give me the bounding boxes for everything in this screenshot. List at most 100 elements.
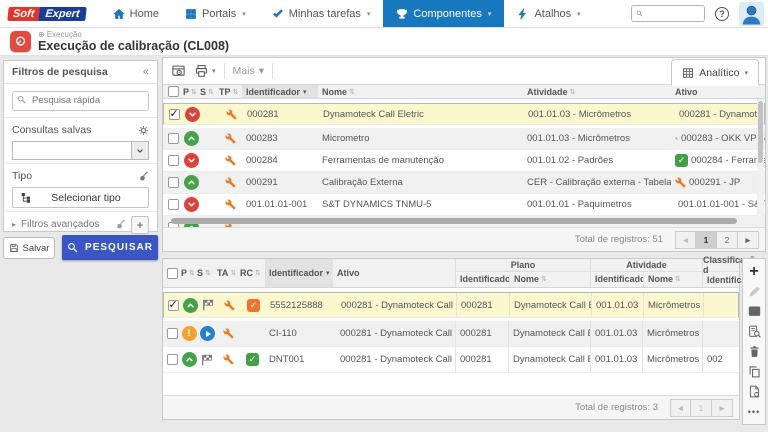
col-p[interactable]: P⇅ [181,259,197,287]
row-checkbox[interactable] [168,177,179,188]
clear-filter-icon[interactable] [138,171,149,182]
copy-button[interactable] [747,364,762,379]
edit-button[interactable] [747,284,762,299]
save-button[interactable]: Salvar [3,237,55,259]
prev-page-button[interactable]: ◄ [670,399,691,417]
cell-nome: Dynamoteck Call Eletric [319,104,524,124]
add-button[interactable]: + [747,264,762,279]
nav-portais[interactable]: Portais▾ [172,0,259,27]
nav-home[interactable]: Home [100,0,172,27]
row-checkbox[interactable] [168,133,179,144]
user-avatar[interactable] [739,2,764,26]
global-search-input[interactable] [646,9,700,19]
vertical-scrollbar[interactable] [757,99,764,218]
chevron-down-icon[interactable] [131,142,148,159]
col-plano-nome[interactable]: Nome⇅ [509,272,591,287]
row-checkbox[interactable] [168,300,179,311]
delete-button[interactable] [747,344,762,359]
chevron-down-icon: ▾ [212,67,216,75]
cell-atividade-nome: Micrômetros [642,321,702,346]
cell-ativo: 000281 - Dynamoteck Call Eletric [333,347,455,372]
clear-filter-icon[interactable] [115,219,126,230]
view-mode-tab[interactable]: Analítico ▾ [671,59,759,86]
sort-desc-icon: ▾ [303,88,307,96]
col-atividade-identificador[interactable]: Identificador⇅ [591,272,643,287]
table-row[interactable]: 000291 Calibração Externa CER - Calibraç… [163,172,765,194]
horizontal-scrollbar[interactable] [171,218,737,224]
gear-icon[interactable] [138,125,149,136]
col-group-atividade: Atividade Identificador⇅ Nome⇅ [590,259,702,287]
add-filter-button[interactable]: + [131,216,149,234]
nav-atalhos[interactable]: Atalhos▾ [504,0,593,27]
quick-search-input[interactable] [12,91,149,111]
row-checkbox[interactable] [168,155,179,166]
col-identificador[interactable]: Identificador▾ [242,85,318,98]
pagination: ◄ 1 ► [670,399,733,417]
select-type-button[interactable]: Selecionar tipo [12,187,149,208]
row-checkbox[interactable] [168,199,179,210]
cell-plano-identificador: 000281 [455,321,508,346]
col-atividade-nome[interactable]: Nome⇅ [643,272,703,287]
more-menu-button[interactable]: Mais▾ [233,65,264,77]
module-icon: ⊕ [38,31,45,39]
print-button[interactable]: ▾ [194,64,216,78]
col-ativo[interactable]: Ativo [333,259,455,287]
nav-minhas-tarefas[interactable]: Minhas tarefas▾ [259,0,384,27]
advanced-filters-toggle[interactable]: ▸ Filtros avançados + [4,212,157,237]
row-checkbox[interactable] [167,354,178,365]
search-button[interactable]: PESQUISAR [62,235,158,260]
col-tp[interactable]: TP⇅ [219,85,242,98]
col-s[interactable]: S⇅ [197,259,217,287]
col-nome[interactable]: Nome⇅ [318,85,523,98]
softexpert-app: Soft Expert Home Portais▾ Minhas tarefas… [0,0,768,432]
view-record-icon [748,305,761,318]
nav-componentes[interactable]: Componentes▾ [383,0,504,27]
table-row[interactable]: ✓ 5552125888 000281 - Dynamoteck Call El… [163,292,739,318]
col-atividade[interactable]: Atividade⇅ [523,85,671,98]
help-icon[interactable]: ? [715,7,729,21]
chevron-right-icon: ▸ [12,220,16,229]
table-row[interactable]: 000281 Dynamoteck Call Eletric 001.01.03… [163,103,765,125]
table-row[interactable]: 001.01.01-001 S&T DYNAMICS TNMU-5 001.01… [163,194,765,216]
page-button[interactable]: 1 [696,231,717,249]
cell-identificador: 000281 [243,104,319,124]
more-options-button[interactable]: ••• [747,404,762,419]
col-s[interactable]: S⇅ [200,85,219,98]
prev-page-button[interactable]: ◄ [675,231,696,249]
total-records: Total de registros: 51 [575,234,663,245]
row-checkbox[interactable] [167,328,178,339]
view-record-button[interactable] [171,64,186,78]
softexpert-logo[interactable]: Soft Expert [7,7,86,21]
cell-ativo: 001.01.01-001 - S&T DYNAMICS TNMU-5 [671,194,765,215]
row-checkbox[interactable] [169,109,180,120]
table-row[interactable]: 000284 Ferramentas de manutenção 001.01.… [163,150,765,172]
col-ta[interactable]: TA⇅ [217,259,240,287]
detail-table-header: P⇅ S⇅ TA⇅ RC⇅ Identificador▾ Ativo Plano… [163,259,739,288]
saved-queries-select[interactable] [12,141,149,160]
next-page-button[interactable]: ► [712,399,733,417]
col-ativo[interactable]: Ativo [671,85,765,98]
col-plano-identificador[interactable]: Identificador⇅ [456,272,509,287]
select-all-checkbox[interactable] [167,268,178,279]
priority-up-icon [184,131,199,146]
view-record-button[interactable] [747,304,762,319]
search-record-button[interactable] [747,324,762,339]
select-all-checkbox[interactable] [168,86,179,97]
table-row[interactable]: 000283 Micrometro 001.01.03 - Micrômetro… [163,128,765,150]
table-row[interactable]: ✓ DNT001 000281 - Dynamoteck Call Eletri… [163,347,739,373]
cell-ativo: 000281 - Dynamoteck Call Eletric [334,293,456,317]
page-button[interactable]: 1 [691,399,712,417]
next-page-button[interactable]: ► [738,231,759,249]
document-button[interactable] [747,384,762,399]
nav-label: Home [130,8,159,20]
col-identificador[interactable]: Identificador▾ [265,259,333,287]
results-table-header: P⇅ S⇅ TP⇅ Identificador▾ Nome⇅ Atividade… [163,85,765,99]
table-row[interactable]: ! CI-110 000281 - Dynamoteck Call Eletri… [163,321,739,347]
page-button[interactable]: 2 [717,231,738,249]
collapse-sidebar-icon[interactable]: « [143,66,149,78]
col-p[interactable]: P⇅ [183,85,200,98]
global-search[interactable] [631,5,705,22]
cell-atividade: 001.01.03 - Micrômetros [523,128,671,149]
col-rc[interactable]: RC⇅ [240,259,265,287]
priority-up-icon [184,175,199,190]
